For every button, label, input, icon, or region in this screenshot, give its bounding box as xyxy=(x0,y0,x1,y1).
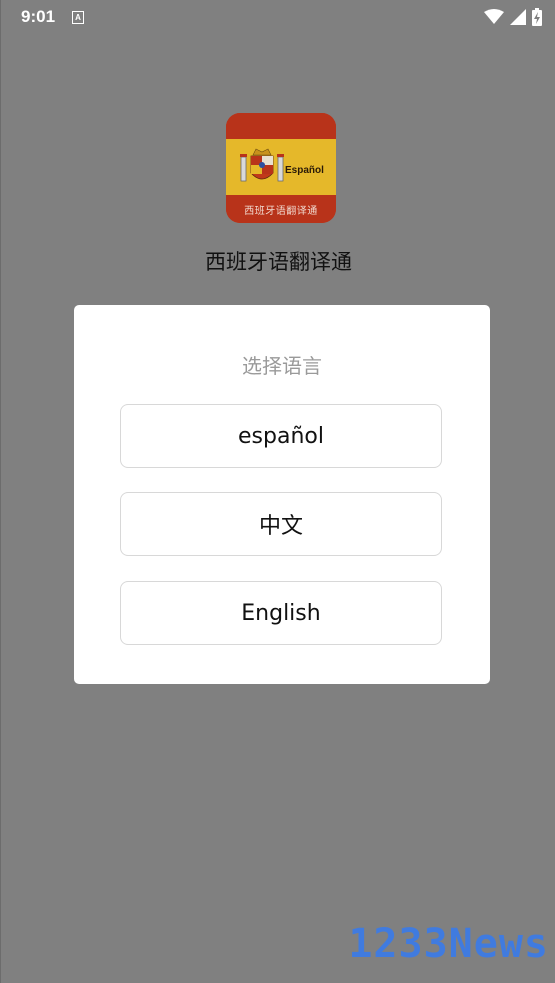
language-dialog: 选择语言 español 中文 English xyxy=(74,305,490,684)
signal-icon xyxy=(510,9,526,25)
status-time: 9:01 xyxy=(21,7,56,26)
app-logo: Español 西班牙语翻译通 xyxy=(226,113,336,223)
language-option-english[interactable]: English xyxy=(120,581,442,645)
status-bar: 9:01 A xyxy=(1,0,555,34)
status-icons xyxy=(484,8,542,26)
wifi-icon xyxy=(484,9,504,24)
coat-of-arms-icon xyxy=(240,148,284,182)
app-title: 西班牙语翻译通 xyxy=(205,250,352,274)
battery-charging-icon xyxy=(532,8,542,26)
watermark: 1233News xyxy=(348,921,549,967)
language-option-chinese[interactable]: 中文 xyxy=(120,492,442,556)
dialog-title: 选择语言 xyxy=(242,354,322,378)
language-option-spanish[interactable]: español xyxy=(120,404,442,468)
accessibility-a-icon: A xyxy=(72,11,84,24)
icon-caption: 西班牙语翻译通 xyxy=(244,206,318,217)
icon-label-word: Español xyxy=(285,165,324,176)
app-screen: 9:01 A Español 西班牙语翻译通 西班牙语翻译通 选择语言 espa… xyxy=(0,0,555,983)
